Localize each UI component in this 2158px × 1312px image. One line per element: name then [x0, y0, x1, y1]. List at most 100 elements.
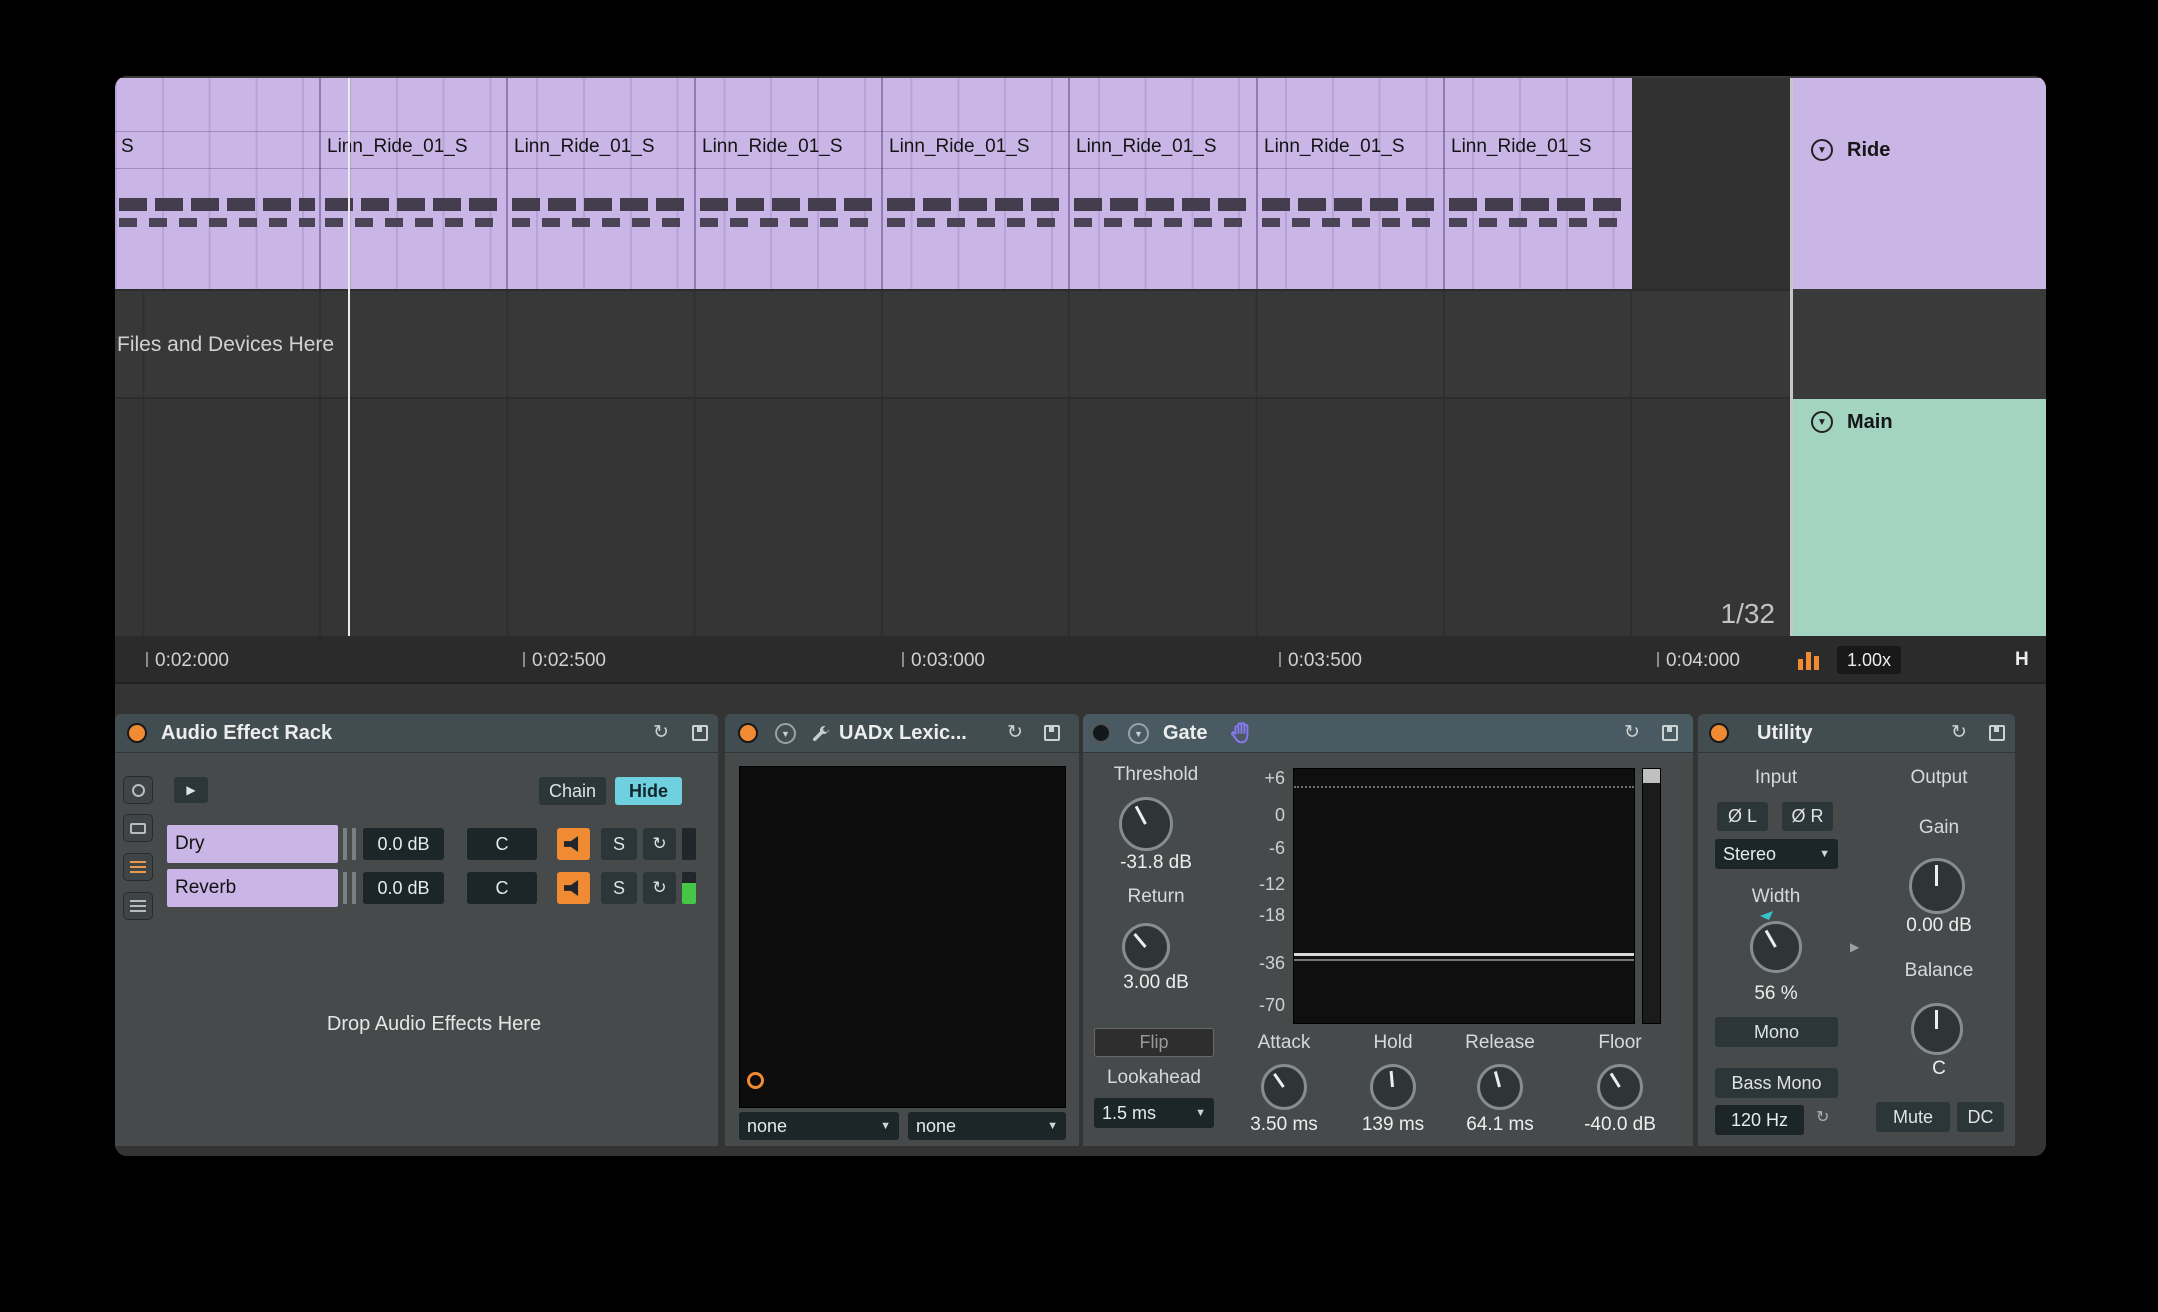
waveform — [1074, 218, 1252, 227]
rack-macro-dial-icon[interactable] — [123, 776, 153, 804]
chain-name-dry[interactable]: Dry — [167, 825, 338, 863]
mono-button[interactable]: Mono — [1715, 1017, 1838, 1047]
dc-filter-button[interactable]: DC — [1957, 1102, 2004, 1132]
balance-knob[interactable] — [1911, 1003, 1963, 1055]
rack-map-button[interactable]: ▶ — [174, 777, 208, 803]
attack-value[interactable]: 3.50 ms — [1229, 1114, 1339, 1136]
hotswap-icon[interactable]: ↻ — [1624, 723, 1640, 742]
floor-knob[interactable] — [1597, 1064, 1643, 1110]
hide-devices-button[interactable]: Hide — [615, 777, 682, 805]
device-activator[interactable] — [1709, 723, 1729, 743]
chain-volume-value[interactable]: 0.0 dB — [363, 828, 444, 860]
chain-pan-value[interactable]: C — [467, 828, 537, 860]
hold-knob[interactable] — [1370, 1064, 1416, 1110]
gate-title-bar[interactable]: ▼ Gate ↻ — [1083, 714, 1693, 753]
chain-volume-value[interactable]: 0.0 dB — [363, 872, 444, 904]
phase-left-button[interactable]: Ø L — [1717, 802, 1768, 831]
plugin-param-dot[interactable] — [747, 1072, 764, 1089]
track-header-ride[interactable]: ▼ Ride — [1793, 78, 2046, 289]
hotswap-icon[interactable]: ↻ — [653, 723, 669, 742]
width-knob[interactable] — [1750, 921, 1802, 973]
plugin-display[interactable] — [739, 766, 1066, 1108]
hold-value[interactable]: 139 ms — [1338, 1114, 1448, 1136]
threshold-knob[interactable] — [1119, 797, 1173, 851]
rack-variations-icon[interactable] — [123, 814, 153, 842]
time-ruler[interactable]: 0:02:000 0:02:500 0:03:000 0:03:500 0:04… — [115, 636, 2046, 684]
drop-audio-effects-zone[interactable]: Drop Audio Effects Here — [167, 914, 701, 1135]
bass-mono-button[interactable]: Bass Mono — [1715, 1068, 1838, 1098]
release-value[interactable]: 64.1 ms — [1445, 1114, 1555, 1136]
arrangement-clip-lane[interactable]: S Linn_Ride_01_S Linn_Ride_01_S Linn_Rid… — [115, 78, 1632, 289]
hotswap-icon[interactable]: ↻ — [1007, 723, 1023, 742]
gate-threshold-display[interactable] — [1293, 768, 1635, 1024]
audio-clip[interactable]: Linn_Ride_01_S — [881, 78, 1068, 289]
audio-clip[interactable]: Linn_Ride_01_S — [506, 78, 694, 289]
playhead[interactable] — [348, 78, 350, 636]
audition-meter-icon[interactable] — [1797, 648, 1823, 672]
sidechain-select-2[interactable]: none ▼ — [908, 1112, 1066, 1140]
clip-name: Linn_Ride_01_S — [1451, 136, 1592, 158]
chain-speaker-activator-icon[interactable] — [557, 872, 590, 904]
audio-clip[interactable]: S — [115, 78, 319, 289]
release-knob[interactable] — [1477, 1064, 1523, 1110]
meter-fill — [682, 883, 696, 904]
rack-chain-list-icon[interactable] — [123, 853, 153, 881]
rack-title-bar[interactable]: Audio Effect Rack ↻ — [115, 714, 718, 753]
chain-hotswap-icon[interactable]: ↻ — [643, 828, 676, 860]
save-preset-icon[interactable] — [1989, 725, 2005, 741]
device-gate: ▼ Gate ↻ Threshold -31.8 dB Return 3.00 … — [1083, 714, 1693, 1146]
phase-right-button[interactable]: Ø R — [1782, 802, 1833, 831]
track-fold-icon[interactable]: ▼ — [1811, 411, 1833, 433]
chain-solo-button[interactable]: S — [601, 872, 637, 904]
device-fold-icon[interactable]: ▼ — [775, 723, 796, 744]
playback-speed-badge[interactable]: 1.00x — [1837, 646, 1901, 674]
utility-title-bar[interactable]: Utility ↻ — [1698, 714, 2015, 753]
device-activator[interactable] — [738, 723, 758, 743]
return-value[interactable]: 3.00 dB — [1091, 972, 1221, 994]
balance-value[interactable]: C — [1874, 1058, 2004, 1080]
wrench-icon[interactable] — [811, 724, 831, 744]
chain-selector-button[interactable]: Chain — [539, 777, 606, 805]
audio-clip[interactable]: Linn_Ride_01_S — [1443, 78, 1632, 289]
audio-clip[interactable]: Linn_Ride_01_S — [1068, 78, 1256, 289]
follow-button[interactable]: H — [2015, 649, 2029, 671]
chain-solo-button[interactable]: S — [601, 828, 637, 860]
bass-mono-freq-value[interactable]: 120 Hz — [1715, 1105, 1804, 1135]
track-name: Ride — [1847, 139, 1890, 162]
track-fold-icon[interactable]: ▼ — [1811, 139, 1833, 161]
save-preset-icon[interactable] — [1662, 725, 1678, 741]
utility-fold-arrow-icon[interactable]: ▶ — [1850, 940, 1859, 954]
chain-name-reverb[interactable]: Reverb — [167, 869, 338, 907]
device-activator[interactable] — [1091, 723, 1111, 743]
attack-knob[interactable] — [1261, 1064, 1307, 1110]
track-header-main[interactable]: ▼ Main — [1793, 399, 2046, 636]
audio-clip[interactable]: Linn_Ride_01_S — [694, 78, 881, 289]
chain-pan-value[interactable]: C — [467, 872, 537, 904]
gain-value[interactable]: 0.00 dB — [1874, 915, 2004, 937]
hotswap-icon[interactable]: ↻ — [1951, 723, 1967, 742]
save-preset-icon[interactable] — [692, 725, 708, 741]
channel-mode-select[interactable]: Stereo ▼ — [1715, 839, 1838, 869]
arrangement-main-lane[interactable] — [115, 399, 1790, 636]
audio-clip[interactable]: Linn_Ride_01_S — [1256, 78, 1443, 289]
return-knob[interactable] — [1122, 923, 1170, 971]
lookahead-select[interactable]: 1.5 ms ▼ — [1094, 1098, 1214, 1128]
mute-button[interactable]: Mute — [1876, 1102, 1950, 1132]
device-activator[interactable] — [127, 723, 147, 743]
uadx-title-bar[interactable]: ▼ UADx Lexic... ↻ — [725, 714, 1079, 753]
drop-files-zone[interactable]: Files and Devices Here — [115, 289, 1790, 399]
floor-value[interactable]: -40.0 dB — [1565, 1114, 1675, 1136]
threshold-value[interactable]: -31.8 dB — [1091, 852, 1221, 874]
device-title: UADx Lexic... — [839, 722, 967, 745]
chain-hotswap-icon[interactable]: ↻ — [643, 872, 676, 904]
save-preset-icon[interactable] — [1044, 725, 1060, 741]
sidechain-select-1[interactable]: none ▼ — [739, 1112, 899, 1140]
gain-knob[interactable] — [1909, 858, 1965, 914]
chain-speaker-activator-icon[interactable] — [557, 828, 590, 860]
flip-button[interactable]: Flip — [1094, 1028, 1214, 1057]
bass-mono-listen-icon[interactable]: ↻ — [1816, 1110, 1829, 1126]
device-fold-icon[interactable]: ▼ — [1128, 723, 1149, 744]
rack-devices-icon[interactable] — [123, 892, 153, 920]
width-value[interactable]: 56 % — [1711, 983, 1841, 1005]
dropdown-value: none — [916, 1116, 956, 1137]
